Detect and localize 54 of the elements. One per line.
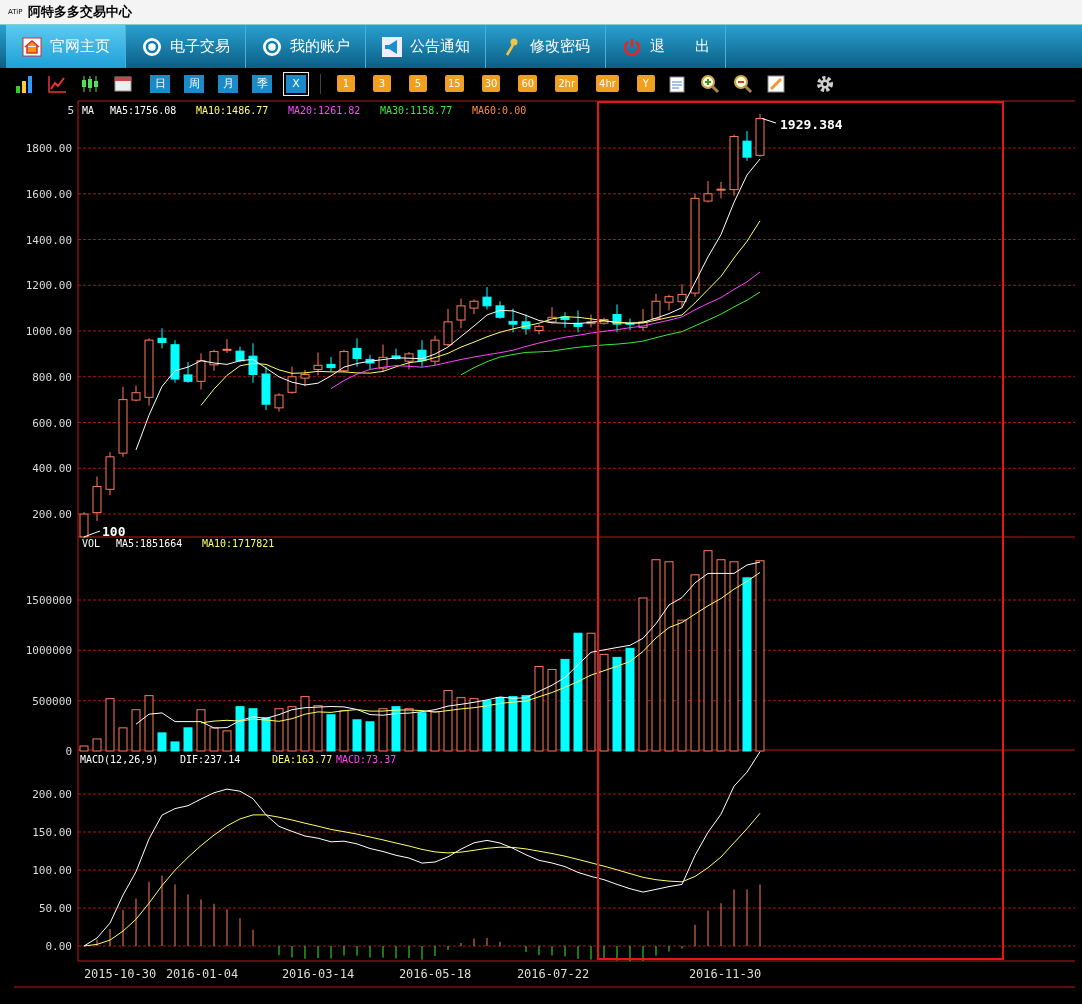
period-button[interactable]: 季 bbox=[252, 74, 272, 93]
period-button[interactable]: 日 bbox=[150, 74, 170, 93]
axis-label: 500000 bbox=[32, 694, 72, 708]
interval-button[interactable]: 30 bbox=[481, 75, 501, 92]
legend-label: MA10:1486.77 bbox=[196, 105, 269, 116]
interval-button[interactable]: 3 bbox=[373, 75, 391, 92]
axis-label: 5 bbox=[67, 104, 74, 117]
axis-label: 1600.00 bbox=[25, 187, 72, 201]
legend-label: MA20:1261.82 bbox=[288, 105, 361, 116]
axis-label: 400.00 bbox=[32, 462, 72, 476]
period-button[interactable]: X bbox=[283, 71, 309, 96]
window-title: 阿特多多交易中心 bbox=[28, 3, 133, 21]
axis-label: 1000000 bbox=[25, 644, 72, 658]
axis-label: 1400.00 bbox=[25, 233, 72, 247]
axis-label: 150.00 bbox=[32, 826, 72, 839]
axis-label: 100.00 bbox=[32, 864, 72, 877]
axis-label: 800.00 bbox=[32, 370, 72, 384]
axis-label: 1800.00 bbox=[25, 142, 72, 155]
legend-label: MA10:1717821 bbox=[202, 538, 275, 549]
date-label: 2016-11-30 bbox=[688, 967, 762, 981]
interval-button[interactable]: Y bbox=[636, 75, 655, 92]
axis-label: 200.00 bbox=[32, 788, 72, 801]
period-button[interactable]: 周 bbox=[184, 74, 204, 93]
interval-button[interactable]: 1 bbox=[337, 75, 355, 92]
axis-label: 0 bbox=[65, 745, 72, 758]
axis-label: 0.00 bbox=[45, 940, 72, 953]
nav-tab[interactable]: 官网主页 bbox=[6, 25, 126, 68]
legend-label: VOL bbox=[82, 538, 101, 549]
axis-label: 1200.00 bbox=[25, 279, 72, 293]
legend-label: DIF:237.14 bbox=[180, 754, 241, 765]
legend-label: DEA:163.77 bbox=[272, 754, 333, 765]
interval-button[interactable]: 4hr bbox=[596, 75, 619, 92]
axis-label: 1500000 bbox=[25, 594, 72, 607]
legend-label: MA5:1756.08 bbox=[110, 105, 177, 116]
legend-label: MA60:0.00 bbox=[472, 105, 527, 116]
date-label: 2016-03-14 bbox=[281, 967, 355, 981]
axis-label: 50.00 bbox=[38, 902, 72, 915]
period-button[interactable]: 月 bbox=[218, 74, 238, 93]
date-label: 2016-07-22 bbox=[516, 967, 590, 981]
axis-label: 1000.00 bbox=[25, 325, 72, 338]
legend-label: MA5:1851664 bbox=[116, 538, 183, 549]
interval-button[interactable]: 5 bbox=[409, 75, 427, 92]
legend-label: MA bbox=[82, 105, 95, 116]
legend-label: MA30:1158.77 bbox=[380, 105, 453, 116]
axis-label: 200.00 bbox=[32, 508, 72, 521]
date-label: 2016-01-04 bbox=[165, 967, 239, 981]
legend-label: MACD(12,26,9) bbox=[80, 754, 159, 765]
interval-button[interactable]: 15 bbox=[445, 75, 464, 92]
interval-button[interactable]: 2hr bbox=[555, 75, 578, 92]
legend-label: MACD:73.37 bbox=[336, 754, 397, 765]
date-label: 2015-10-30 bbox=[83, 967, 157, 981]
date-label: 2016-05-18 bbox=[398, 967, 472, 981]
interval-button[interactable]: 60 bbox=[518, 75, 538, 92]
axis-label: 600.00 bbox=[32, 416, 72, 430]
